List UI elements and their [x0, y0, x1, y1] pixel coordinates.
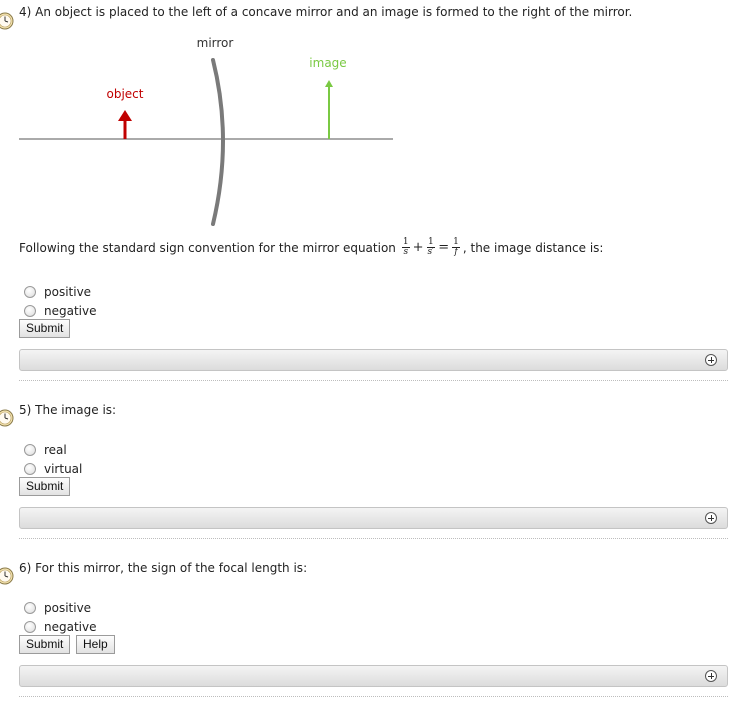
prompt-before: Following the standard sign convention f… [19, 240, 396, 255]
q6-help-button[interactable]: Help [76, 635, 115, 654]
q6-option-positive[interactable]: positive [24, 599, 91, 616]
q4-option-negative[interactable]: negative [24, 302, 96, 319]
question-4-prompt: Following the standard sign convention f… [19, 238, 603, 257]
expand-plus-icon[interactable] [705, 670, 717, 682]
expand-plus-icon[interactable] [705, 354, 717, 366]
fraction-1-over-f: 1f [452, 237, 460, 257]
separator [19, 538, 728, 539]
clock-icon [0, 409, 14, 427]
q4-radio-negative[interactable] [24, 304, 36, 317]
clock-icon [0, 12, 14, 30]
expand-plus-icon[interactable] [705, 512, 717, 524]
fraction-1-over-s-prime: 1 s′ [427, 237, 435, 257]
q4-submit-button[interactable]: Submit [19, 319, 71, 338]
object-arrow-head [118, 110, 132, 121]
separator [19, 380, 728, 381]
mirror-diagram: mirror image object [19, 36, 393, 226]
mirror-equation: 1s + 1 s′ = 1f [401, 237, 460, 257]
q6-radio-negative[interactable] [24, 620, 36, 633]
q5-submit-button[interactable]: Submit [19, 477, 71, 496]
q6-submit-button[interactable]: Submit [19, 635, 71, 654]
object-label: object [107, 87, 144, 101]
q4-radio-positive[interactable] [24, 285, 36, 298]
q4-hint-bar[interactable] [19, 349, 728, 371]
q5-radio-virtual[interactable] [24, 462, 36, 475]
q5-radio-real[interactable] [24, 443, 36, 456]
concave-mirror [211, 58, 225, 226]
q5-option-virtual[interactable]: virtual [24, 460, 82, 477]
q4-option-positive[interactable]: positive [24, 283, 91, 300]
fraction-1-over-s: 1s [401, 237, 410, 257]
q5-hint-bar[interactable] [19, 507, 728, 529]
q6-hint-bar[interactable] [19, 665, 728, 687]
q5-option-real[interactable]: real [24, 441, 67, 458]
question-4-text: 4) An object is placed to the left of a … [19, 5, 633, 19]
image-arrow-head [325, 80, 333, 87]
q6-option-negative[interactable]: negative [24, 618, 96, 635]
image-label: image [309, 56, 346, 70]
question-5-text: 5) The image is: [19, 403, 117, 417]
mirror-label: mirror [197, 36, 234, 50]
q6-radio-positive[interactable] [24, 601, 36, 614]
separator [19, 696, 728, 697]
clock-icon [0, 567, 14, 585]
question-6-text: 6) For this mirror, the sign of the foca… [19, 561, 308, 575]
prompt-after: , the image distance is: [462, 240, 604, 255]
